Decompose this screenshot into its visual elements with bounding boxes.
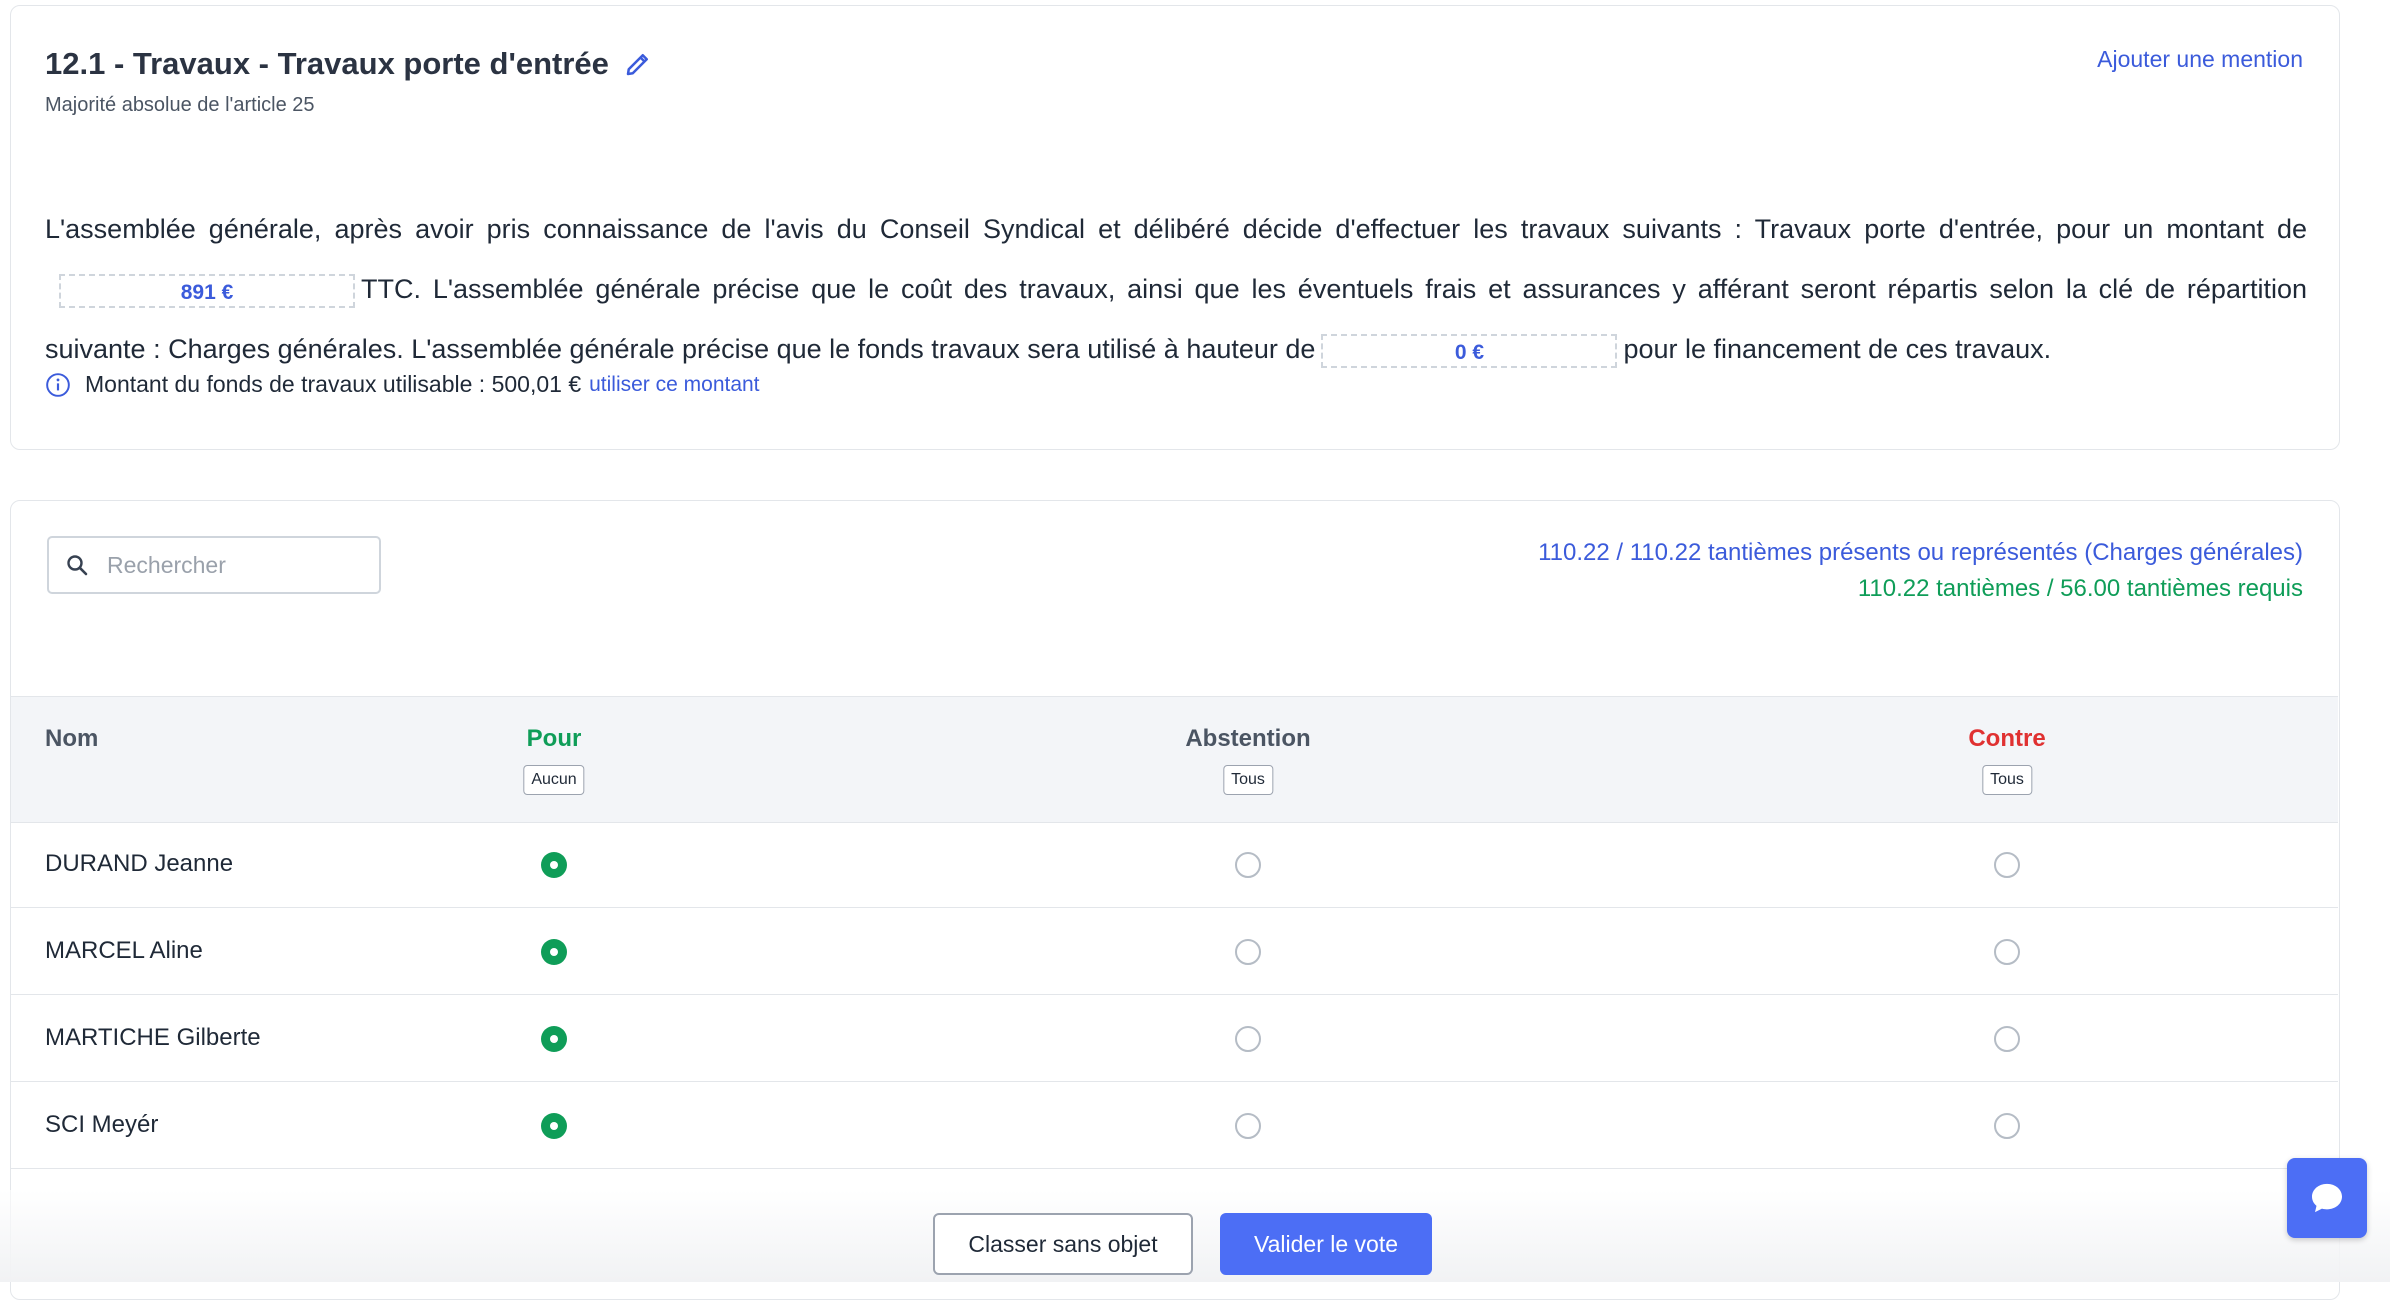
voter-name: MARCEL Aline xyxy=(45,937,203,964)
fund-info-text: Montant du fonds de travaux utilisable :… xyxy=(85,371,582,397)
contre-all-button[interactable]: Tous xyxy=(1982,765,2032,795)
radio-abstention[interactable] xyxy=(1235,1113,1261,1139)
column-header-abstention: Abstention Tous xyxy=(1185,725,1311,795)
chat-icon xyxy=(2312,1183,2342,1213)
column-header-contre: Contre Tous xyxy=(1968,725,2046,795)
vote-table-header: Nom Pour Aucun Abstention Tous Contre To… xyxy=(11,696,2338,823)
column-header-pour: Pour Aucun xyxy=(523,725,585,795)
table-row: MARTICHE Gilberte xyxy=(11,995,2338,1082)
pour-none-button[interactable]: Aucun xyxy=(523,765,585,795)
tantiemes-present: 110.22 / 110.22 tantièmes présents ou re… xyxy=(1538,539,2303,566)
chat-button[interactable] xyxy=(2287,1158,2367,1238)
radio-pour[interactable] xyxy=(541,939,567,965)
add-mention-link[interactable]: Ajouter une mention xyxy=(2097,46,2303,73)
radio-contre[interactable] xyxy=(1994,1113,2020,1139)
tantiemes-stats: 110.22 / 110.22 tantièmes présents ou re… xyxy=(1538,535,2303,607)
valider-vote-button[interactable]: Valider le vote xyxy=(1220,1213,1432,1275)
column-header-name: Nom xyxy=(45,725,99,752)
column-label-abstention: Abstention xyxy=(1185,725,1311,752)
radio-pour[interactable] xyxy=(541,1026,567,1052)
radio-pour[interactable] xyxy=(541,852,567,878)
resolution-text: L'assemblée générale, après avoir pris c… xyxy=(45,199,2307,379)
voter-name: SCI Meyér xyxy=(45,1111,159,1138)
resolution-card: 12.1 - Travaux - Travaux porte d'entrée … xyxy=(10,5,2340,450)
tantiemes-required: 110.22 tantièmes / 56.00 tantièmes requi… xyxy=(1857,575,2303,602)
classer-sans-objet-button[interactable]: Classer sans objet xyxy=(933,1213,1193,1275)
abstention-all-button[interactable]: Tous xyxy=(1223,765,1273,795)
resolution-title: 12.1 - Travaux - Travaux porte d'entrée xyxy=(45,46,609,81)
fund-info-line: Montant du fonds de travaux utilisable :… xyxy=(45,371,760,398)
resolution-text-part3: pour le financement de ces travaux. xyxy=(1623,334,2052,364)
search-icon xyxy=(67,555,88,576)
amount-field[interactable]: 891 € xyxy=(59,273,355,308)
vote-table-body: DURAND Jeanne MARCEL Aline MARTICHE Gilb… xyxy=(11,821,2338,1169)
fund-amount-field[interactable]: 0 € xyxy=(1321,333,1618,368)
radio-abstention[interactable] xyxy=(1235,852,1261,878)
resolution-majority: Majorité absolue de l'article 25 xyxy=(45,94,315,116)
search-input[interactable] xyxy=(105,550,349,580)
radio-contre[interactable] xyxy=(1994,939,2020,965)
use-amount-link[interactable]: utiliser ce montant xyxy=(589,373,759,397)
column-label-contre: Contre xyxy=(1968,725,2046,752)
pencil-icon[interactable] xyxy=(623,49,653,79)
radio-contre[interactable] xyxy=(1994,852,2020,878)
resolution-text-part1: L'assemblée générale, après avoir pris c… xyxy=(45,214,2307,244)
radio-abstention[interactable] xyxy=(1235,1026,1261,1052)
radio-contre[interactable] xyxy=(1994,1026,2020,1052)
action-footer: Classer sans objet Valider le vote xyxy=(0,1190,2390,1282)
search-box[interactable] xyxy=(47,536,381,594)
table-row: MARCEL Aline xyxy=(11,908,2338,995)
vote-card: 110.22 / 110.22 tantièmes présents ou re… xyxy=(10,500,2340,1300)
voter-name: MARTICHE Gilberte xyxy=(45,1024,261,1051)
column-label-pour: Pour xyxy=(526,725,582,752)
resolution-title-row: 12.1 - Travaux - Travaux porte d'entrée xyxy=(45,46,653,82)
radio-abstention[interactable] xyxy=(1235,939,1261,965)
table-row: SCI Meyér xyxy=(11,1082,2338,1169)
info-icon xyxy=(46,372,70,397)
radio-pour[interactable] xyxy=(541,1113,567,1139)
table-row: DURAND Jeanne xyxy=(11,821,2338,908)
voter-name: DURAND Jeanne xyxy=(45,850,234,877)
